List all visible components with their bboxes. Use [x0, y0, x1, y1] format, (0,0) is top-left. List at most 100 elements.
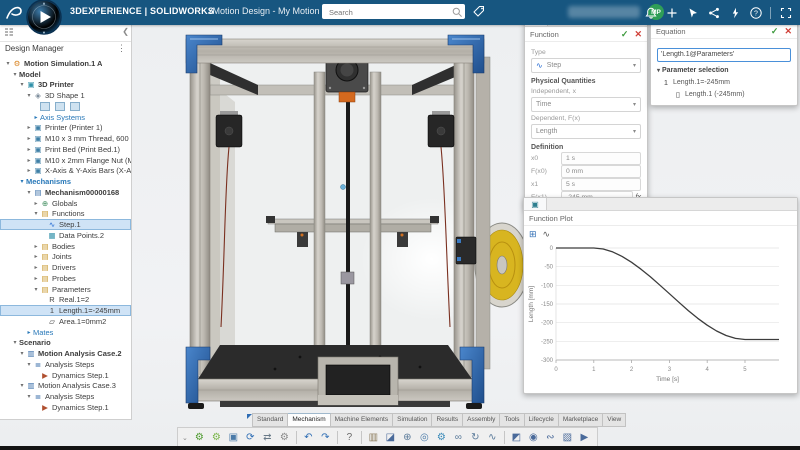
expand-open-icon[interactable]: ▾	[25, 92, 33, 99]
add-icon[interactable]	[663, 4, 680, 21]
tab-machine-elements[interactable]: Machine Elements	[331, 413, 393, 427]
tab-simulation[interactable]: Simulation	[393, 413, 432, 427]
search-input[interactable]	[327, 5, 449, 19]
expand-closed-icon[interactable]: ▸	[32, 243, 40, 250]
tree-item-motion-analysis-case-3[interactable]: ▾▥Motion Analysis Case.3	[0, 381, 131, 392]
trace-icon[interactable]: ∾	[542, 430, 559, 445]
options-icon[interactable]: ⚙	[276, 430, 293, 445]
driver-icon[interactable]: ↻	[467, 430, 484, 445]
plane-zx-icon[interactable]	[70, 102, 80, 111]
tree-item-print-bed-print-bed-1[interactable]: ▸▣Print Bed (Print Bed.1)	[0, 144, 131, 155]
tree-item-m10-x-2mm-flange-nut-m10-x-2mm[interactable]: ▸▣M10 x 2mm Flange Nut (M10 x 2mm ...	[0, 155, 131, 166]
tree-item-planes[interactable]	[0, 101, 131, 112]
sidebar-menu-icon[interactable]: ⋮	[117, 43, 126, 54]
tab-tools[interactable]: Tools	[500, 413, 524, 427]
tree-item-bodies[interactable]: ▸▤Bodies	[0, 241, 131, 252]
tab-marketplace[interactable]: Marketplace	[559, 413, 603, 427]
tree-item-analysis-steps[interactable]: ▾≣Analysis Steps	[0, 391, 131, 402]
undo-icon[interactable]: ↶	[300, 430, 317, 445]
expand-closed-icon[interactable]: ▸	[25, 329, 33, 336]
toolbar-collapse-icon[interactable]: ⌄	[182, 434, 188, 442]
share-cursor-icon[interactable]	[684, 4, 701, 21]
expand-open-icon[interactable]: ▾	[18, 350, 26, 357]
gear-pair-icon[interactable]: ⚙	[433, 430, 450, 445]
tree-item-motion-simulation-1-a[interactable]: ▾⚙Motion Simulation.1 A	[0, 58, 131, 69]
expand-open-icon[interactable]: ▾	[11, 339, 19, 346]
tab-view[interactable]: View	[603, 413, 626, 427]
plot-options-icon[interactable]: ∿	[543, 229, 551, 240]
tree-item-mates[interactable]: ▸Mates	[0, 327, 131, 338]
kinematics-icon[interactable]: ⊕	[399, 430, 416, 445]
import-export-icon[interactable]: ⇄	[259, 430, 276, 445]
tree-item-m10-x-3-mm-thread-600-mm-long[interactable]: ▸▣M10 x 3 mm Thread, 600 mm Long, ...	[0, 133, 131, 144]
refresh-icon[interactable]: ⟳	[242, 430, 259, 445]
tab-results[interactable]: Results	[432, 413, 463, 427]
independent-select[interactable]: Time▾	[531, 97, 641, 112]
tree-view-icon[interactable]	[4, 25, 14, 42]
expand-closed-icon[interactable]: ▸	[32, 253, 40, 260]
parameter-item[interactable]: ▯Length.1 (-245mm)	[657, 89, 791, 101]
definition-row-value[interactable]: 5 s	[561, 178, 641, 191]
expand-closed-icon[interactable]: ▸	[25, 157, 33, 164]
tree-item-globals[interactable]: ▸⊕Globals	[0, 198, 131, 209]
new-mechanism-icon[interactable]: ▥	[365, 430, 382, 445]
expand-open-icon[interactable]: ▾	[18, 81, 26, 88]
expand-open-icon[interactable]: ▾	[25, 361, 33, 368]
tab-standard[interactable]: Standard	[252, 413, 288, 427]
tab-lifecycle[interactable]: Lifecycle	[525, 413, 559, 427]
definition-row-value[interactable]: 0 mm	[561, 165, 641, 178]
expand-closed-icon[interactable]: ▸	[32, 264, 40, 271]
parameter-selection-header[interactable]: ▾Parameter selection	[657, 67, 791, 74]
close-icon[interactable]: ✕	[634, 29, 642, 40]
tree-item-drivers[interactable]: ▸▤Drivers	[0, 262, 131, 273]
tree-item-step-1[interactable]: ∿Step.1	[0, 219, 131, 230]
coupler-icon[interactable]: ∞	[450, 430, 467, 445]
fullscreen-icon[interactable]	[777, 4, 794, 21]
contact-icon[interactable]: ◩	[508, 430, 525, 445]
shortcuts-icon[interactable]	[726, 4, 743, 21]
tree-item-dynamics-step-1[interactable]: ▶Dynamics Step.1	[0, 370, 131, 381]
collapse-sidebar-icon[interactable]: ❮	[122, 27, 129, 36]
equation-input[interactable]	[657, 48, 791, 62]
close-icon[interactable]: ✕	[784, 26, 792, 37]
tree-item-dynamics-step-1[interactable]: ▶Dynamics Step.1	[0, 402, 131, 413]
search-icon[interactable]	[451, 6, 463, 18]
function-icon[interactable]: ∿	[484, 430, 501, 445]
tag-icon[interactable]	[472, 4, 486, 18]
3ds-logo-icon[interactable]	[4, 3, 24, 22]
results-plot-icon[interactable]: ▧	[559, 430, 576, 445]
update-all-icon[interactable]: ⚙	[208, 430, 225, 445]
dependent-select[interactable]: Length▾	[531, 124, 641, 139]
tree-item-real-1-2[interactable]: RReal.1=2	[0, 295, 131, 306]
tree-item-3d-printer[interactable]: ▾▣3D Printer	[0, 80, 131, 91]
plot-tab-icon[interactable]: ▣	[524, 198, 547, 210]
ok-icon[interactable]: ✓	[621, 29, 629, 40]
definition-row-value[interactable]: 1 s	[561, 152, 641, 165]
fit-view-icon[interactable]: ⊞	[529, 229, 537, 240]
tree-item-joints[interactable]: ▸▤Joints	[0, 252, 131, 263]
help-icon[interactable]: ?	[341, 430, 358, 445]
type-select[interactable]: ∿ Step▾	[531, 58, 641, 73]
ok-icon[interactable]: ✓	[771, 26, 779, 37]
tab-assembly[interactable]: Assembly	[463, 413, 500, 427]
tree-item-scenario[interactable]: ▾Scenario	[0, 338, 131, 349]
probe-icon[interactable]: ◉	[525, 430, 542, 445]
tree-item-motion-analysis-case-2[interactable]: ▾▥Motion Analysis Case.2	[0, 348, 131, 359]
tree-item-x-axis-y-axis-bars-x-axis-y-axis[interactable]: ▸▣X-Axis & Y-Axis Bars (X-Axis & Y-Axis …	[0, 166, 131, 177]
expand-open-icon[interactable]: ▾	[18, 382, 26, 389]
expand-closed-icon[interactable]: ▸	[32, 200, 40, 207]
expand-closed-icon[interactable]: ▸	[25, 124, 33, 131]
expand-closed-icon[interactable]: ▸	[25, 135, 33, 142]
update-icon[interactable]: ⚙	[191, 430, 208, 445]
plane-yz-icon[interactable]	[55, 102, 65, 111]
tree-item-functions[interactable]: ▾▤Functions	[0, 209, 131, 220]
expand-open-icon[interactable]: ▾	[11, 71, 19, 78]
redo-icon[interactable]: ↷	[317, 430, 334, 445]
tree-item-probes[interactable]: ▸▤Probes	[0, 273, 131, 284]
tree-item-parameters[interactable]: ▾▤Parameters	[0, 284, 131, 295]
tree-item-printer-printer-1[interactable]: ▸▣Printer (Printer 1)	[0, 123, 131, 134]
expand-closed-icon[interactable]: ▸	[32, 114, 40, 121]
tree-item-mechanism00000168[interactable]: ▾▤Mechanism00000168	[0, 187, 131, 198]
tree-item-length-1-245mm[interactable]: 1Length.1=-245mm	[0, 305, 131, 316]
tree-item-data-points-2[interactable]: ▦Data Points.2	[0, 230, 131, 241]
